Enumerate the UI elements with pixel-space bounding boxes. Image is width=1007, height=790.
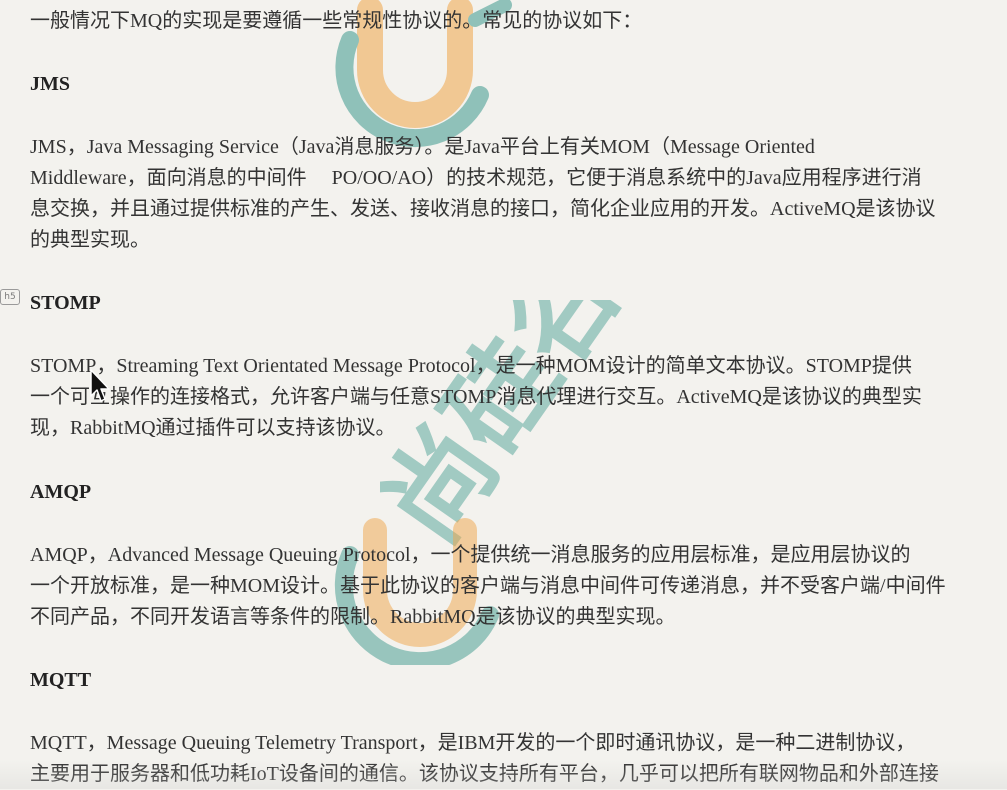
paragraph-line: 不同产品，不同开发语言等条件的限制。RabbitMQ是该协议的典型实现。 <box>30 606 676 628</box>
paragraph-line: JMS，Java Messaging Service（Java消息服务）。是Ja… <box>30 136 815 158</box>
paragraph-jms: JMS，Java Messaging Service（Java消息服务）。是Ja… <box>30 132 990 256</box>
paragraph-amqp: AMQP，Advanced Message Queuing Protocol，一… <box>30 540 990 633</box>
heading-mqtt: MQTT <box>30 669 92 691</box>
intro-text: 一般情况下MQ的实现是要遵循一些常规性协议的。常见的协议如下： <box>30 10 643 32</box>
paragraph-line: 一个开放标准，是一种MOM设计。基于此协议的客户端与消息中间件可传递消息，并不受… <box>30 575 946 597</box>
paragraph-line: STOMP，Streaming Text Orientated Message … <box>30 355 912 377</box>
heading-amqp: AMQP <box>30 481 92 503</box>
paragraph-stomp: STOMP，Streaming Text Orientated Message … <box>30 351 990 444</box>
heading-level-badge: h5 <box>0 289 20 305</box>
paragraph-line: MQTT，Message Queuing Telemetry Transport… <box>30 732 916 754</box>
paragraph-line: 息交换，并且通过提供标准的产生、发送、接收消息的接口，简化企业应用的开发。Act… <box>30 198 936 220</box>
paragraph-line: Middleware，面向消息的中间件 PO/OO/AO）的技术规范，它便于消息… <box>30 167 922 189</box>
mouse-cursor-icon <box>90 369 110 402</box>
paragraph-line: 主要用于服务器和低功耗IoT设备间的通信。该协议支持所有平台，几乎可以把所有联网… <box>30 763 939 785</box>
heading-jms: JMS <box>30 73 70 95</box>
heading-stomp: STOMP <box>30 292 101 314</box>
paragraph-line: 的典型实现。 <box>30 229 150 251</box>
paragraph-line: 一个可互操作的连接格式，允许客户端与任意STOMP消息代理进行交互。Active… <box>30 386 922 408</box>
paragraph-line: 现，RabbitMQ通过插件可以支持该协议。 <box>30 417 396 439</box>
paragraph-mqtt: MQTT，Message Queuing Telemetry Transport… <box>30 728 990 790</box>
paragraph-line: AMQP，Advanced Message Queuing Protocol，一… <box>30 544 911 566</box>
